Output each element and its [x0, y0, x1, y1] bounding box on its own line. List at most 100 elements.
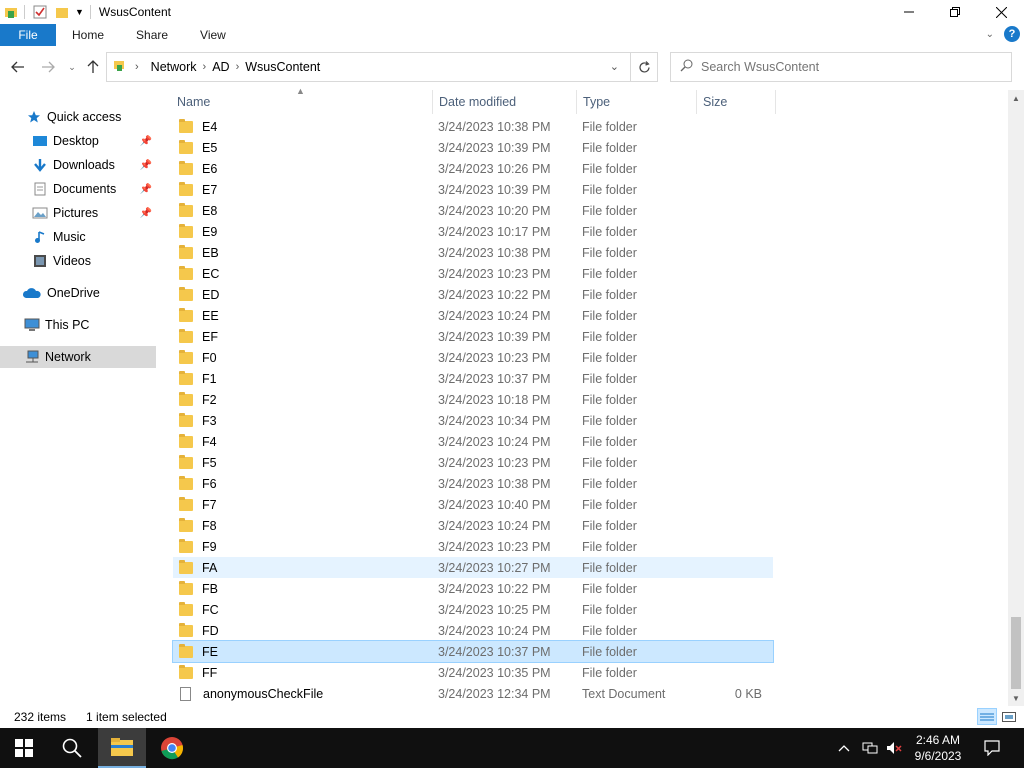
file-row[interactable]: F2 3/24/2023 10:18 PM File folder [173, 389, 773, 410]
nav-videos[interactable]: Videos [0, 250, 156, 272]
details-view-button[interactable] [977, 708, 997, 725]
nav-music[interactable]: Music [0, 226, 156, 248]
nav-label: Pictures [53, 206, 99, 220]
forward-button[interactable] [36, 55, 60, 79]
scrollbar-thumb[interactable] [1011, 617, 1021, 689]
file-row[interactable]: E9 3/24/2023 10:17 PM File folder [173, 221, 773, 242]
file-name-cell: FF [173, 664, 432, 680]
network-tray-icon[interactable] [862, 728, 878, 768]
start-button[interactable] [0, 728, 48, 768]
file-row[interactable]: E4 3/24/2023 10:38 PM File folder [173, 116, 773, 137]
file-row[interactable]: anonymousCheckFile 3/24/2023 12:34 PM Text… [173, 683, 773, 704]
restore-button[interactable] [932, 0, 978, 24]
column-name[interactable]: Name ▲ [156, 86, 433, 114]
scroll-up-icon[interactable]: ▲ [1008, 90, 1024, 106]
file-row[interactable]: FB 3/24/2023 10:22 PM File folder [173, 578, 773, 599]
file-row[interactable]: EE 3/24/2023 10:24 PM File folder [173, 305, 773, 326]
large-icons-view-button[interactable] [999, 708, 1019, 725]
action-center-button[interactable] [984, 728, 1000, 768]
column-size[interactable]: Size [697, 90, 776, 114]
new-folder-icon[interactable] [55, 5, 69, 19]
properties-icon[interactable] [33, 5, 47, 19]
customize-qa-dropdown-icon[interactable]: ▼ [75, 7, 84, 17]
scroll-down-icon[interactable]: ▼ [1008, 690, 1024, 706]
pin-icon[interactable]: 📌 [140, 160, 152, 171]
expand-ribbon-icon[interactable]: ⌄ [986, 29, 994, 40]
column-date-modified[interactable]: Date modified [433, 90, 577, 114]
ribbon-tabs: File Home Share View ⌄ ? [0, 24, 1024, 46]
show-hidden-icons-button[interactable] [838, 728, 850, 768]
file-row[interactable]: E5 3/24/2023 10:39 PM File folder [173, 137, 773, 158]
file-row[interactable]: F9 3/24/2023 10:23 PM File folder [173, 536, 773, 557]
pin-icon[interactable]: 📌 [140, 208, 152, 219]
vertical-scrollbar[interactable]: ▲ ▼ [1008, 90, 1024, 706]
file-row[interactable]: E8 3/24/2023 10:20 PM File folder [173, 200, 773, 221]
file-row[interactable]: FC 3/24/2023 10:25 PM File folder [173, 599, 773, 620]
up-button[interactable] [81, 55, 105, 79]
folder-icon [179, 244, 193, 259]
column-type[interactable]: Type [577, 90, 697, 114]
tab-share[interactable]: Share [120, 24, 184, 46]
search-input[interactable] [701, 60, 1001, 74]
tab-view[interactable]: View [184, 24, 242, 46]
minimize-button[interactable] [886, 0, 932, 24]
file-row[interactable]: F3 3/24/2023 10:34 PM File folder [173, 410, 773, 431]
file-row[interactable]: FA 3/24/2023 10:27 PM File folder [173, 557, 773, 578]
file-row[interactable]: EC 3/24/2023 10:23 PM File folder [173, 263, 773, 284]
tab-home[interactable]: Home [56, 24, 120, 46]
file-row[interactable]: F0 3/24/2023 10:23 PM File folder [173, 347, 773, 368]
breadcrumb-wsuscontent[interactable]: WsusContent [241, 60, 324, 74]
file-row[interactable]: FD 3/24/2023 10:24 PM File folder [173, 620, 773, 641]
file-row[interactable]: FF 3/24/2023 10:35 PM File folder [173, 662, 773, 683]
file-row[interactable]: F6 3/24/2023 10:38 PM File folder [173, 473, 773, 494]
nav-this-pc[interactable]: This PC [0, 314, 156, 336]
file-explorer-taskbar-button[interactable] [98, 728, 146, 768]
file-explorer-icon [111, 738, 133, 756]
file-row[interactable]: F5 3/24/2023 10:23 PM File folder [173, 452, 773, 473]
file-row[interactable]: FE 3/24/2023 10:37 PM File folder [172, 640, 774, 663]
file-row[interactable]: F8 3/24/2023 10:24 PM File folder [173, 515, 773, 536]
nav-pictures[interactable]: Pictures 📌 [0, 202, 156, 224]
breadcrumb-separator-icon[interactable]: › [234, 61, 242, 73]
close-button[interactable] [978, 0, 1024, 24]
file-row[interactable]: EF 3/24/2023 10:39 PM File folder [173, 326, 773, 347]
file-row[interactable]: F1 3/24/2023 10:37 PM File folder [173, 368, 773, 389]
folder-icon [179, 622, 193, 637]
breadcrumb-network[interactable]: Network [147, 60, 201, 74]
pin-icon[interactable]: 📌 [140, 184, 152, 195]
address-bar[interactable]: › Network › AD › WsusContent ⌄ [106, 52, 658, 82]
sort-ascending-icon: ▲ [296, 86, 305, 96]
nav-network[interactable]: Network [0, 346, 156, 368]
file-name-cell: EC [173, 265, 432, 281]
file-row[interactable]: F7 3/24/2023 10:40 PM File folder [173, 494, 773, 515]
breadcrumb-separator-icon[interactable]: › [133, 61, 141, 73]
nav-downloads[interactable]: Downloads 📌 [0, 154, 156, 176]
file-row[interactable]: E6 3/24/2023 10:26 PM File folder [173, 158, 773, 179]
nav-documents[interactable]: Documents 📌 [0, 178, 156, 200]
windows-logo-icon [15, 739, 33, 757]
chrome-taskbar-button[interactable] [148, 728, 196, 768]
back-button[interactable] [6, 55, 30, 79]
file-row[interactable]: E7 3/24/2023 10:39 PM File folder [173, 179, 773, 200]
breadcrumb-separator-icon[interactable]: › [201, 61, 209, 73]
nav-quick-access[interactable]: Quick access [0, 106, 156, 128]
pin-icon[interactable]: 📌 [140, 136, 152, 147]
file-name: E5 [202, 140, 218, 155]
file-name: E6 [202, 161, 218, 176]
tab-file[interactable]: File [0, 24, 56, 46]
address-dropdown-icon[interactable]: ⌄ [610, 60, 619, 73]
clock[interactable]: 2:46 AM 9/6/2023 [900, 732, 976, 764]
nav-desktop[interactable]: Desktop 📌 [0, 130, 156, 152]
nav-onedrive[interactable]: OneDrive [0, 282, 156, 304]
search-box[interactable] [670, 52, 1012, 82]
folder-icon [179, 139, 193, 154]
refresh-button[interactable] [630, 52, 658, 82]
help-icon[interactable]: ? [1004, 26, 1020, 42]
file-row[interactable]: EB 3/24/2023 10:38 PM File folder [173, 242, 773, 263]
search-taskbar-button[interactable] [48, 728, 96, 768]
column-name-label: Name [177, 95, 211, 109]
explorer-app-icon[interactable] [4, 5, 18, 19]
breadcrumb-ad[interactable]: AD [208, 60, 233, 74]
file-row[interactable]: F4 3/24/2023 10:24 PM File folder [173, 431, 773, 452]
file-row[interactable]: ED 3/24/2023 10:22 PM File folder [173, 284, 773, 305]
